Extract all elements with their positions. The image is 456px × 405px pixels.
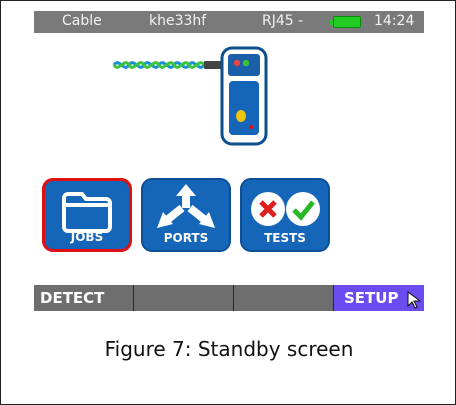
- jobs-label: JOBS: [70, 230, 104, 244]
- ports-button[interactable]: PORTS: [141, 178, 231, 252]
- status-time: 14:24: [374, 13, 415, 29]
- folder-icon: [62, 192, 112, 233]
- status-cable-id: khe33hf: [149, 13, 207, 29]
- figure-caption: Figure 7: Standby screen: [104, 337, 354, 361]
- device-screen: Cable khe33hf RJ45 - 14:24 JOBS PORTS TE…: [34, 11, 424, 311]
- ports-arrows-icon: [157, 184, 215, 228]
- softkey-3[interactable]: [234, 285, 334, 311]
- figure-frame: Cable khe33hf RJ45 - 14:24 JOBS PORTS TE…: [0, 0, 456, 405]
- softkey-setup-label: SETUP: [344, 289, 399, 307]
- mouse-cursor-icon: [407, 291, 422, 309]
- softkey-2[interactable]: [134, 285, 234, 311]
- softkey-setup[interactable]: SETUP: [334, 285, 424, 311]
- jobs-button[interactable]: JOBS: [42, 178, 132, 252]
- tests-button[interactable]: TESTS: [240, 178, 330, 252]
- ports-label: PORTS: [163, 231, 209, 245]
- status-cable-label: Cable: [62, 13, 102, 29]
- status-port-label: RJ45 -: [262, 13, 304, 29]
- battery-icon: [330, 16, 361, 28]
- softkey-bar: DETECT SETUP: [34, 285, 424, 311]
- status-bar: Cable khe33hf RJ45 - 14:24: [34, 11, 424, 33]
- softkey-detect[interactable]: DETECT: [34, 285, 134, 311]
- tests-label: TESTS: [264, 231, 306, 245]
- cable-tester-illustration: [112, 46, 268, 146]
- tests-icon: [251, 192, 320, 226]
